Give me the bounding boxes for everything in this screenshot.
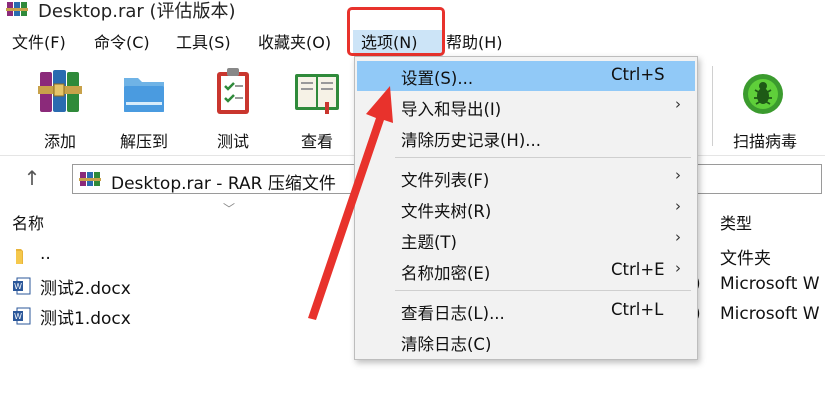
menu-item-shortcut: Ctrl+E — [611, 260, 665, 279]
extract-to-button[interactable]: 解压到 — [112, 62, 176, 152]
up-arrow-icon[interactable]: ↑ — [20, 166, 44, 190]
file-name: 测试2.docx — [40, 279, 131, 299]
menu-item-shortcut: Ctrl+S — [611, 65, 665, 84]
file-type: 文件夹 — [720, 249, 771, 269]
options-dropdown-menu: 设置(S)... Ctrl+S 导入和导出(I) › 清除历史记录(H)... … — [354, 56, 698, 360]
menu-item-shortcut: Ctrl+L — [611, 300, 664, 319]
menu-separator — [395, 290, 691, 291]
winrar-app-icon — [6, 2, 28, 16]
column-header-name[interactable]: 名称 — [12, 210, 44, 234]
menu-item-label: 清除日志(C) — [401, 335, 492, 354]
menu-item-clear-history[interactable]: 清除历史记录(H)... — [357, 123, 695, 153]
view-button[interactable]: 查看 — [285, 62, 349, 152]
view-label: 查看 — [300, 132, 333, 151]
menu-item-theme[interactable]: 主题(T) › — [357, 225, 695, 255]
submenu-arrow-icon: › — [675, 197, 681, 215]
options-highlight-box — [347, 7, 445, 56]
menu-tools[interactable]: 工具(S) — [176, 30, 231, 56]
submenu-arrow-icon: › — [675, 259, 681, 277]
menu-item-view-log[interactable]: 查看日志(L)... Ctrl+L — [357, 296, 695, 326]
toolbar-separator — [712, 66, 713, 146]
menu-file[interactable]: 文件(F) — [12, 30, 66, 56]
file-type: Microsoft W — [720, 304, 820, 324]
file-name: 测试1.docx — [40, 309, 131, 329]
menu-item-label: 文件列表(F) — [401, 171, 490, 190]
submenu-arrow-icon: › — [675, 95, 681, 113]
menu-item-name-encryption[interactable]: 名称加密(E) Ctrl+E › — [357, 256, 695, 286]
svg-text:W: W — [14, 312, 22, 321]
submenu-arrow-icon: › — [675, 228, 681, 246]
virus-scan-icon — [743, 74, 783, 114]
scan-virus-label: 扫描病毒 — [732, 132, 797, 151]
menu-item-import-export[interactable]: 导入和导出(I) › — [357, 92, 695, 122]
menu-item-label: 主题(T) — [401, 233, 457, 252]
menu-item-label: 设置(S)... — [401, 69, 474, 88]
word-doc-icon: W — [13, 277, 31, 295]
submenu-arrow-icon: › — [675, 166, 681, 184]
extract-folder-icon — [124, 78, 164, 112]
menu-item-label: 文件夹树(R) — [401, 202, 492, 221]
address-text: Desktop.rar - RAR 压缩文件 — [111, 174, 336, 194]
menu-help[interactable]: 帮助(H) — [446, 30, 503, 56]
test-button[interactable]: 测试 — [201, 62, 265, 152]
menu-item-settings[interactable]: 设置(S)... Ctrl+S — [357, 61, 695, 91]
menu-item-label: 导入和导出(I) — [401, 100, 502, 119]
folder-icon — [16, 249, 23, 264]
test-clipboard-icon — [217, 68, 249, 114]
extract-to-label: 解压到 — [119, 132, 168, 151]
file-type: Microsoft W — [720, 274, 820, 294]
window-title: Desktop.rar (评估版本) — [38, 1, 236, 22]
add-archive-icon — [38, 70, 82, 112]
add-label: 添加 — [43, 132, 76, 151]
column-header-type[interactable]: 类型 — [720, 210, 752, 234]
view-book-icon — [295, 74, 339, 114]
menu-item-file-list[interactable]: 文件列表(F) › — [357, 163, 695, 193]
menu-item-clear-log[interactable]: 清除日志(C) — [357, 327, 695, 357]
menu-favorites[interactable]: 收藏夹(O) — [258, 30, 331, 56]
menu-item-label: 查看日志(L)... — [401, 304, 505, 323]
add-button[interactable]: 添加 — [28, 62, 92, 152]
rar-archive-icon — [79, 172, 101, 186]
test-label: 测试 — [216, 132, 249, 151]
svg-text:W: W — [14, 282, 22, 291]
menu-item-folder-tree[interactable]: 文件夹树(R) › — [357, 194, 695, 224]
word-doc-icon: W — [13, 307, 31, 325]
menu-item-label: 名称加密(E) — [401, 264, 491, 283]
file-name: .. — [40, 244, 51, 264]
menu-item-label: 清除历史记录(H)... — [401, 131, 542, 150]
sort-chevron-icon: ﹀ — [223, 202, 236, 216]
menu-command[interactable]: 命令(C) — [94, 30, 150, 56]
scan-virus-button[interactable]: 扫描病毒 — [722, 62, 808, 152]
menu-separator — [395, 157, 691, 158]
